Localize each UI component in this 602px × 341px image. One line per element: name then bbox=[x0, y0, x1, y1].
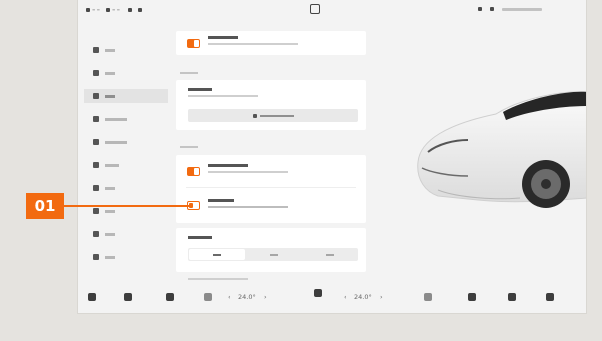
temp-left-decrease[interactable]: ‹ bbox=[228, 293, 231, 301]
status-item-1: ≡ ≡ bbox=[92, 7, 100, 12]
download-icon bbox=[478, 7, 482, 11]
vehicle-status-icon[interactable] bbox=[310, 4, 320, 14]
steering-icon bbox=[93, 116, 99, 122]
section-header bbox=[180, 72, 198, 74]
status-right bbox=[478, 7, 542, 11]
clock-placeholder bbox=[502, 7, 542, 11]
segment-control bbox=[188, 248, 358, 261]
setting-toggle-2[interactable] bbox=[187, 167, 200, 176]
sidebar-item-system[interactable] bbox=[84, 250, 168, 264]
callout-badge: 01 bbox=[26, 193, 64, 219]
section-header bbox=[180, 146, 198, 148]
setting-action-button[interactable] bbox=[188, 109, 358, 122]
alert-icon bbox=[490, 7, 494, 11]
bottom-dock: ‹ 24.0° › ‹ 24.0° › bbox=[78, 283, 586, 313]
vehicle-image bbox=[417, 91, 586, 208]
setting-card-1 bbox=[176, 31, 366, 55]
setting-title bbox=[188, 236, 212, 239]
setting-desc bbox=[208, 206, 288, 208]
sliders-icon bbox=[93, 93, 99, 99]
temp-right: 24.0° bbox=[354, 293, 372, 301]
apps-icon[interactable] bbox=[508, 293, 516, 301]
sidebar-label bbox=[105, 71, 115, 75]
status-icon bbox=[105, 7, 110, 12]
fan-icon[interactable] bbox=[204, 293, 212, 301]
defrost-icon[interactable] bbox=[424, 293, 432, 301]
seat-icon[interactable] bbox=[166, 293, 174, 301]
wifi-icon bbox=[137, 7, 142, 12]
sidebar-item-driving[interactable] bbox=[84, 112, 168, 126]
sidebar-label bbox=[105, 117, 127, 121]
setting-title bbox=[208, 36, 238, 39]
temp-left-increase[interactable]: › bbox=[264, 293, 267, 301]
setting-desc bbox=[208, 43, 298, 45]
callout-line bbox=[64, 205, 192, 207]
lightbulb-icon bbox=[93, 162, 99, 168]
sidebar-item-settings[interactable] bbox=[84, 89, 168, 103]
setting-title bbox=[208, 164, 248, 167]
temp-right-increase[interactable]: › bbox=[380, 293, 383, 301]
sidebar-label bbox=[105, 140, 127, 144]
setting-desc bbox=[208, 171, 288, 173]
setting-title bbox=[208, 199, 234, 202]
sidebar-item-vehicle[interactable] bbox=[84, 43, 168, 57]
segment-option-3[interactable] bbox=[302, 248, 358, 261]
sidebar-label bbox=[105, 94, 115, 98]
setting-title bbox=[188, 88, 212, 91]
sidebar-item-service[interactable] bbox=[84, 181, 168, 195]
sidebar-label bbox=[105, 232, 115, 236]
bluetooth-icon bbox=[93, 231, 99, 237]
globe-icon bbox=[93, 254, 99, 260]
divider bbox=[186, 187, 356, 188]
bolt-icon bbox=[93, 70, 99, 76]
setting-toggle-1[interactable] bbox=[187, 39, 200, 48]
setting-card-2 bbox=[176, 80, 366, 130]
shield-icon bbox=[93, 139, 99, 145]
sidebar-label bbox=[105, 48, 115, 52]
car-icon[interactable] bbox=[88, 293, 96, 301]
status-item-2: ≡ ≡ bbox=[111, 7, 120, 12]
button-label bbox=[259, 114, 294, 117]
sidebar-label bbox=[105, 186, 115, 190]
segment-option-2[interactable] bbox=[246, 248, 302, 261]
temp-left: 24.0° bbox=[238, 293, 256, 301]
sidebar-item-bluetooth[interactable] bbox=[84, 227, 168, 241]
car-icon bbox=[93, 47, 99, 53]
sidebar-item-charging[interactable] bbox=[84, 66, 168, 80]
profile-icon bbox=[86, 7, 90, 12]
refresh-icon bbox=[252, 113, 257, 118]
signal-icon bbox=[127, 7, 132, 12]
wrench-icon bbox=[93, 185, 99, 191]
temp-right-decrease[interactable]: ‹ bbox=[344, 293, 347, 301]
sidebar-item-lights[interactable] bbox=[84, 158, 168, 172]
status-left: ≡ ≡ ≡ ≡ bbox=[86, 7, 142, 12]
status-bar: ≡ ≡ ≡ ≡ bbox=[78, 0, 586, 18]
music-icon[interactable] bbox=[468, 293, 476, 301]
defrost-icon[interactable] bbox=[314, 289, 322, 297]
setting-desc bbox=[188, 95, 258, 97]
sidebar-label bbox=[105, 163, 119, 167]
setting-card-3 bbox=[176, 155, 366, 223]
vehicle-display: ≡ ≡ ≡ ≡ ‹ 24.0° › ‹ 24.0° › bbox=[78, 0, 586, 313]
segment-option-1[interactable] bbox=[189, 249, 245, 260]
setting-desc bbox=[188, 278, 248, 280]
vehicle-icon[interactable] bbox=[124, 293, 132, 301]
sun-icon bbox=[93, 208, 99, 214]
sidebar-label bbox=[105, 209, 115, 213]
setting-card-4 bbox=[176, 228, 366, 272]
sidebar-label bbox=[105, 255, 115, 259]
camera-icon[interactable] bbox=[546, 293, 554, 301]
sidebar-item-safety[interactable] bbox=[84, 135, 168, 149]
